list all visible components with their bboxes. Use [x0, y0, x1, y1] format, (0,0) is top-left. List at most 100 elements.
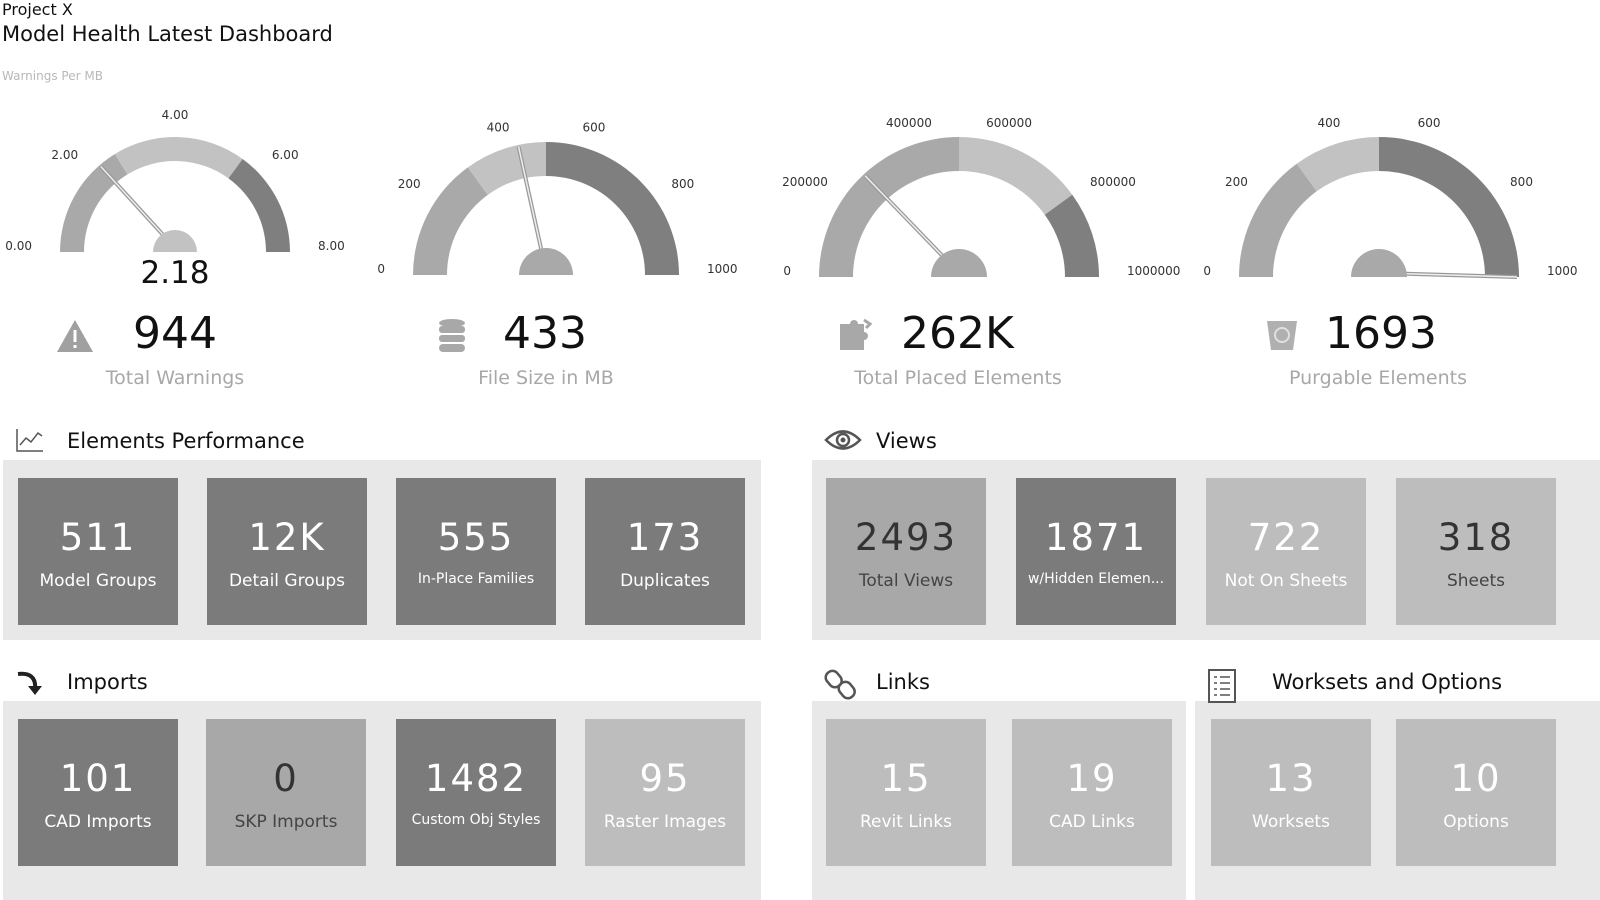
kpi-label: File Size in MB	[478, 367, 614, 389]
gauge-tick-label: 200000	[782, 175, 828, 189]
metric-tile[interactable]: 722 Not On Sheets	[1206, 478, 1366, 625]
gauge-tick-label: 400	[487, 121, 510, 135]
metric-tile[interactable]: 95 Raster Images	[585, 719, 745, 866]
gauge-tick-label: 2.00	[51, 148, 78, 162]
metric-value: 2493	[854, 516, 958, 559]
metric-value: 15	[880, 757, 932, 800]
warning-icon	[55, 318, 95, 358]
metric-tile[interactable]: 555 In-Place Families	[396, 478, 556, 625]
metric-label: Total Views	[858, 571, 954, 591]
metric-label: Options	[1443, 812, 1509, 832]
gauge-band-high	[1379, 137, 1519, 277]
checklist-icon	[1207, 668, 1239, 703]
metric-tile[interactable]: 1482 Custom Obj Styles	[396, 719, 556, 866]
gauge-3: 0 200 400 600 800 1000	[1203, 116, 1578, 279]
metric-value: 12K	[248, 516, 326, 559]
panel-title: Views	[876, 429, 937, 453]
gauge-tick-label: 200	[1225, 175, 1248, 189]
panel-tab-imports	[3, 656, 389, 702]
metric-tile[interactable]: 511 Model Groups	[18, 478, 178, 625]
gauge-tick-label: 8.00	[318, 239, 345, 253]
metric-tile[interactable]: 10 Options	[1396, 719, 1556, 866]
gauge-tick-label: 800000	[1090, 175, 1136, 189]
metric-value: 0	[273, 757, 299, 800]
gauge-band-low	[413, 167, 488, 275]
kpi-value: 262K	[901, 308, 1014, 359]
gauge-tick-label: 6.00	[272, 148, 299, 162]
metric-value: 722	[1247, 516, 1325, 559]
metric-label: CAD Imports	[44, 812, 152, 832]
metric-value: 1482	[424, 757, 528, 800]
gauge-tick-label: 600000	[986, 116, 1032, 130]
eye-icon	[824, 427, 862, 455]
gauge-tick-label: 0	[1203, 264, 1211, 278]
metric-value: 13	[1265, 757, 1317, 800]
kpi-label: Total Placed Elements	[854, 367, 1062, 389]
gauge-tick-label: 800	[671, 177, 694, 191]
kpi-value: 944	[133, 308, 217, 359]
gauge-tick-label: 0	[377, 262, 385, 276]
metric-tile[interactable]: 15 Revit Links	[826, 719, 986, 866]
metric-label: In-Place Families	[417, 571, 535, 587]
metric-value: 95	[639, 757, 691, 800]
metric-value: 101	[59, 757, 137, 800]
metric-tile[interactable]: 12K Detail Groups	[207, 478, 367, 625]
gauge-1: 0 200 400 600 800 1000	[377, 121, 737, 276]
metric-label: Custom Obj Styles	[411, 812, 541, 828]
metric-tile[interactable]: 0 SKP Imports	[206, 719, 366, 866]
metric-tile[interactable]: 2493 Total Views	[826, 478, 986, 625]
gauge-tick-label: 1000	[707, 262, 738, 276]
metric-value: 318	[1437, 516, 1515, 559]
gauge-2: 0 200000 400000 600000 800000 1000000	[782, 116, 1180, 278]
panel-title: Imports	[67, 670, 148, 694]
gauge-hub	[1351, 249, 1407, 277]
gauge-tick-label: 1000	[1547, 264, 1578, 278]
kpi-label: Purgable Elements	[1289, 367, 1467, 389]
gauge-band-low	[819, 137, 959, 277]
metric-tile[interactable]: 13 Worksets	[1211, 719, 1371, 866]
metric-tile[interactable]: 1871 w/Hidden Elemen...	[1016, 478, 1176, 625]
metric-tile[interactable]: 101 CAD Imports	[18, 719, 178, 866]
metric-label: Sheets	[1446, 571, 1505, 591]
gauge-band-high	[546, 142, 679, 275]
gauge-hub	[519, 248, 573, 275]
metric-value: 511	[59, 516, 137, 559]
database-icon	[438, 318, 466, 358]
panel-tab-views	[812, 415, 1200, 461]
recycle-bin-icon	[1265, 318, 1299, 356]
gauge-band-high	[228, 158, 290, 252]
line-chart-icon	[15, 427, 47, 455]
metric-value: 555	[437, 516, 515, 559]
link-icon	[824, 668, 856, 700]
gauge-tick-label: 800	[1510, 175, 1533, 189]
metric-label: Revit Links	[859, 812, 953, 832]
metric-label: Detail Groups	[228, 571, 346, 591]
metric-label: Not On Sheets	[1224, 571, 1348, 591]
metric-label: CAD Links	[1049, 812, 1135, 832]
metric-label: w/Hidden Elemen...	[1027, 571, 1165, 587]
gauge-band-low	[1239, 163, 1317, 277]
metric-tile[interactable]: 318 Sheets	[1396, 478, 1556, 625]
panel-title: Links	[876, 670, 930, 694]
panel-title: Elements Performance	[67, 429, 305, 453]
metric-tile[interactable]: 173 Duplicates	[585, 478, 745, 625]
kpi-value: 433	[503, 308, 587, 359]
puzzle-icon	[838, 318, 874, 356]
gauge-tick-label: 1000000	[1127, 264, 1180, 278]
panel-title: Worksets and Options	[1272, 670, 1503, 694]
gauge-tick-label: 200	[398, 177, 421, 191]
gauge-tick-label: 0	[783, 264, 791, 278]
gauge-tick-label: 400	[1317, 116, 1340, 130]
metric-value: 1871	[1044, 516, 1148, 559]
gauge-tick-label: 600	[582, 121, 605, 135]
panel-tab-links	[812, 656, 1187, 702]
curved-arrow-icon	[15, 668, 47, 696]
metric-label: SKP Imports	[234, 812, 338, 832]
metric-label: Model Groups	[39, 571, 157, 591]
gauge-tick-label: 4.00	[162, 108, 189, 122]
metric-label: Duplicates	[620, 571, 710, 591]
gauge-tick-label: 0.00	[5, 239, 32, 253]
metric-tile[interactable]: 19 CAD Links	[1012, 719, 1172, 866]
kpi-label: Total Warnings	[105, 367, 245, 389]
gauge-0: 0.00 2.00 4.00 6.00 8.00	[5, 108, 344, 253]
